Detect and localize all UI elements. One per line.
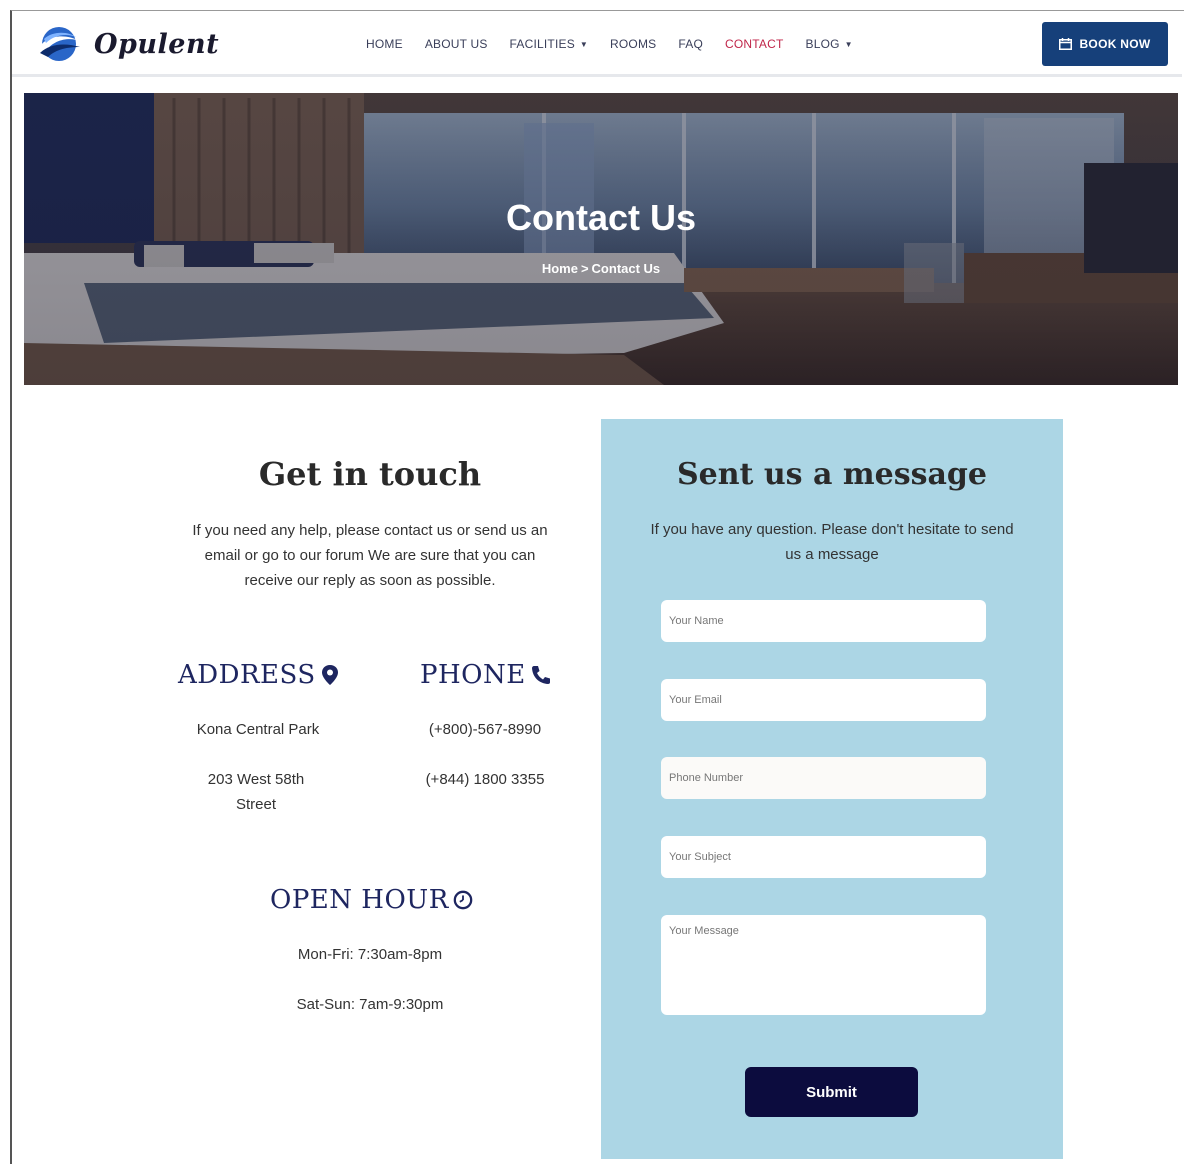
nav-label: FAQ [678,37,703,51]
open-hours-heading: OPEN HOUR [270,885,473,915]
name-field[interactable] [661,600,986,642]
clock-icon [453,890,473,910]
logo-wave-icon [38,27,80,61]
main-nav: HOME ABOUT US FACILITIES ▼ ROOMS FAQ CONT… [366,37,875,51]
message-form-panel: Sent us a message If you have any questi… [601,419,1063,1159]
nav-item-home[interactable]: HOME [366,37,403,51]
hours-weekdays: Mon-Fri: 7:30am-8pm [297,946,443,963]
nav-label: ROOMS [610,37,657,51]
book-now-button[interactable]: BOOK NOW [1042,22,1168,66]
phone-heading-label: PHONE [420,660,526,690]
form-intro-text: If you have any question. Please don't h… [650,521,1014,563]
phone-number-1[interactable]: (+800)-567-8990 [400,717,570,742]
page-title: Contact Us [505,197,697,238]
map-pin-icon [321,665,338,685]
nav-item-about[interactable]: ABOUT US [425,37,488,51]
message-field[interactable] [661,915,986,1015]
phone-heading: PHONE [420,660,550,690]
submit-button[interactable]: Submit [745,1067,918,1117]
email-field[interactable] [661,679,986,721]
breadcrumb-separator: > [580,261,589,276]
nav-item-contact[interactable]: CONTACT [725,37,784,51]
hero-banner: Contact Us Home > Contact Us [24,93,1178,385]
phone-number-2[interactable]: (+844) 1800 3355 [400,767,570,792]
phone-field[interactable] [661,757,986,799]
form-title: Sent us a message [676,457,987,492]
nav-label: CONTACT [724,37,784,51]
calendar-icon [1059,38,1073,50]
chevron-down-icon: ▼ [579,39,589,49]
open-hours-heading-label: OPEN HOUR [270,885,449,915]
chevron-down-icon: ▼ [844,39,853,49]
nav-item-facilities[interactable]: FACILITIES ▼ [510,37,588,51]
get-in-touch-text: If you need any help, please contact us … [192,522,548,589]
nav-label: HOME [366,37,403,51]
address-heading-label: ADDRESS [178,660,316,690]
hero-room-image [24,93,1178,385]
address-heading: ADDRESS [178,660,340,690]
breadcrumb: Home > Contact Us [24,261,1178,276]
get-in-touch-title: Get in touch [258,455,482,493]
nav-item-faq[interactable]: FAQ [678,37,703,51]
nav-label: FACILITIES [509,37,575,51]
address-line-1: Kona Central Park [196,721,320,738]
nav-item-rooms[interactable]: ROOMS [610,37,656,51]
breadcrumb-current: Contact Us [591,261,661,276]
subject-field[interactable] [661,836,986,878]
nav-label: ABOUT US [424,37,488,51]
book-now-label: BOOK NOW [1079,37,1151,51]
nav-item-blog[interactable]: BLOG ▼ [806,37,853,51]
brand-logo[interactable]: Opulent [34,25,219,63]
brand-name: Opulent [94,28,220,60]
hours-weekend: Sat-Sun: 7am-9:30pm [296,996,444,1013]
breadcrumb-home-link[interactable]: Home [542,261,578,276]
nav-label: BLOG [805,37,840,51]
site-header: Opulent HOME ABOUT US FACILITIES ▼ ROOMS … [12,11,1182,77]
phone-icon [531,666,550,684]
address-line-2: 203 West 58th Street [207,771,305,813]
